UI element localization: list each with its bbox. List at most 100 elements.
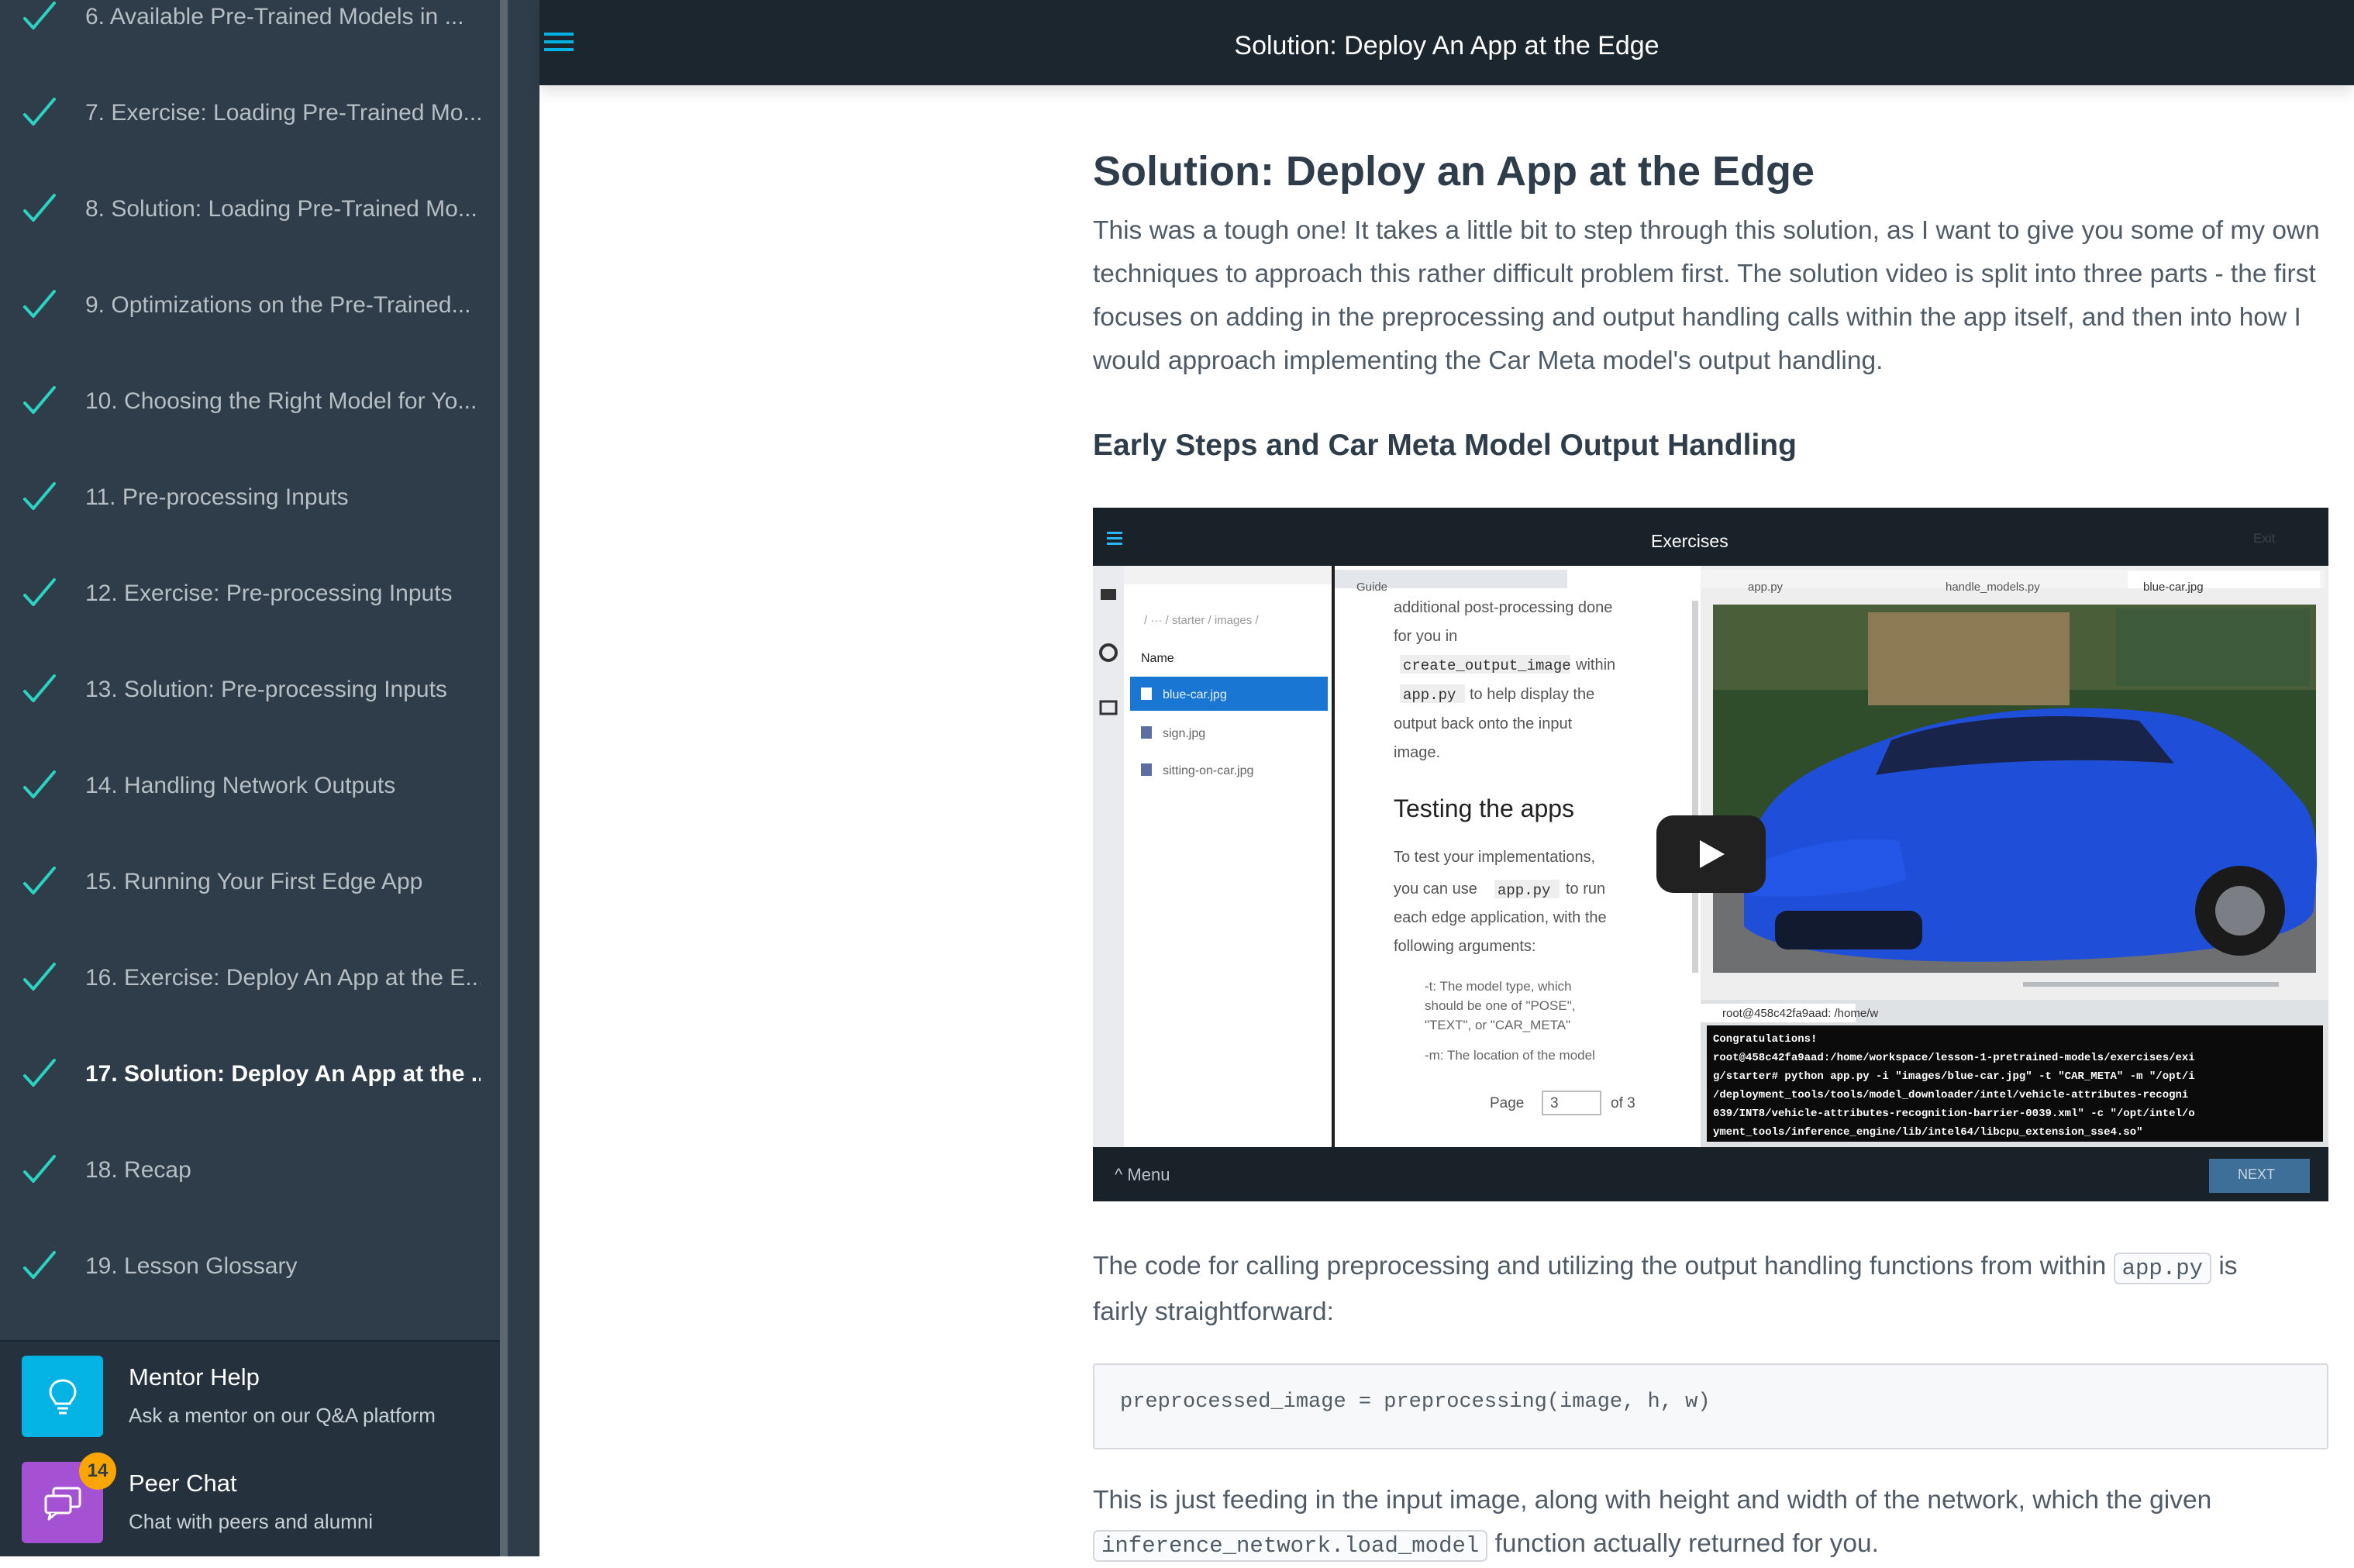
video-guide-bullet: -t: The model type, which [1425, 979, 1572, 994]
inline-code: inference_network.load_model [1093, 1530, 1488, 1562]
video-guide-text: additional post-processing done [1394, 599, 1613, 616]
video-guide-text: following arguments: [1394, 938, 1536, 955]
explanation-text: function actually returned for you. [1494, 1529, 1879, 1558]
video-guide-text: within [1576, 656, 1616, 674]
video-menu-label: ^ Menu [1115, 1165, 1170, 1184]
checkmark-icon [23, 1059, 56, 1087]
checkmark-icon [23, 386, 56, 414]
video-guide-code: app.py [1498, 882, 1551, 899]
video-name-header: Name [1141, 652, 1174, 665]
video-file-item: sign.jpg [1163, 727, 1206, 740]
explanation-paragraph: This is just feeding in the input image,… [1093, 1479, 2333, 1568]
lesson-sidebar: 6. Available Pre-Trained Models in ... 7.… [0, 0, 500, 1556]
video-guide-tab: Guide [1356, 581, 1388, 594]
explanation-paragraph: The code for calling preprocessing and u… [1093, 1245, 2333, 1334]
sidebar-lesson-label: 10. Choosing the Right Model for Yo... [85, 388, 477, 414]
video-guide-bullet: -m: The location of the model [1425, 1048, 1595, 1063]
checkmark-icon [23, 963, 56, 991]
inline-code: app.py [2113, 1253, 2212, 1284]
terminal-line: /deployment_tools/tools/model_downloader… [1713, 1089, 2189, 1101]
sidebar-lesson-item[interactable]: 19. Lesson Glossary [0, 1218, 500, 1315]
intro-paragraph: This was a tough one! It takes a little … [1093, 216, 2320, 375]
video-window-title: Exercises [1651, 531, 1728, 551]
peer-chat-subtitle: Chat with peers and alumni [129, 1510, 374, 1533]
page-title: Solution: Deploy an App at the Edge [1093, 148, 1815, 195]
video-editor-tab: app.py [1748, 581, 1784, 594]
sidebar-lesson-label: 11. Pre-processing Inputs [85, 484, 349, 510]
sidebar-lesson-item[interactable]: 16. Exercise: Deploy An App at the E... [0, 930, 500, 1026]
sidebar-lesson-label: 13. Solution: Pre-processing Inputs [85, 677, 447, 702]
explanation-text: is [2218, 1252, 2238, 1280]
sidebar-lesson-item[interactable]: 7. Exercise: Loading Pre-Trained Mo... [0, 65, 500, 161]
sidebar-lesson-label: 16. Exercise: Deploy An App at the E... [85, 965, 481, 991]
code-line: preprocessed_image = preprocessing(image… [1120, 1391, 1711, 1414]
terminal-line: yment_tools/inference_engine/lib/intel64… [1713, 1126, 2143, 1139]
sidebar-lesson-item[interactable]: 9. Optimizations on the Pre-Trained... [0, 257, 500, 353]
sidebar-lesson-item[interactable]: 10. Choosing the Right Model for Yo... [0, 353, 500, 450]
sidebar-lesson-label: 19. Lesson Glossary [85, 1253, 298, 1279]
sidebar-lesson-item[interactable]: 11. Pre-processing Inputs [0, 450, 500, 546]
video-guide-text: image. [1394, 744, 1441, 761]
video-terminal-output: Congratulations! root@458c42fa9aad:/home… [1713, 1030, 2195, 1142]
video-exit-label: Exit [2253, 531, 2276, 546]
video-terminal-tab: root@458c42fa9aad: /home/w [1722, 1007, 1879, 1020]
sidebar-lesson-item[interactable]: 12. Exercise: Pre-processing Inputs [0, 546, 500, 642]
code-block[interactable]: preprocessed_image = preprocessing(image… [1093, 1363, 2328, 1449]
video-page-value: 3 [1550, 1095, 1559, 1111]
peer-chat-title: Peer Chat [129, 1470, 237, 1497]
sidebar-lesson-item[interactable]: 18. Recap [0, 1122, 500, 1218]
sidebar-lesson-item[interactable]: 15. Running Your First Edge App [0, 834, 500, 930]
sidebar-lesson-label: 14. Handling Network Outputs [85, 773, 396, 798]
peer-chat-button[interactable]: 14 Peer Chat Chat with peers and alumni [22, 1453, 487, 1543]
sidebar-lesson-item[interactable]: 8. Solution: Loading Pre-Trained Mo... [0, 161, 500, 257]
terminal-line: Congratulations! [1713, 1033, 1818, 1046]
unread-count-badge: 14 [79, 1453, 116, 1490]
checkmark-icon [23, 867, 56, 894]
checkmark-icon [23, 482, 56, 510]
video-guide-bullet: should be one of "POSE", [1425, 998, 1576, 1013]
video-file-item: blue-car.jpg [1163, 688, 1227, 701]
section-heading: Early Steps and Car Meta Model Output Ha… [1093, 429, 1797, 462]
checkmark-icon [23, 290, 56, 318]
checkmark-icon [23, 98, 56, 126]
sidebar-lesson-item[interactable]: 17. Solution: Deploy An App at the ... [0, 1026, 500, 1122]
sidebar-lesson-item[interactable]: 13. Solution: Pre-processing Inputs [0, 642, 500, 738]
video-file-path: / ··· / starter / images / [1144, 614, 1259, 627]
sidebar-scrollbar[interactable] [500, 0, 508, 1556]
explanation-text: This is just feeding in the input image,… [1093, 1486, 2212, 1515]
play-icon[interactable] [1656, 815, 1766, 893]
mentor-help-title: Mentor Help [129, 1363, 260, 1391]
video-editor-tab: handle_models.py [1946, 581, 2040, 594]
checkmark-icon [23, 770, 56, 798]
video-editor-tab: blue-car.jpg [2143, 581, 2204, 594]
terminal-line: g/starter# python app.py -i "images/blue… [1713, 1070, 2195, 1083]
sidebar-lesson-label: 15. Running Your First Edge App [85, 869, 423, 894]
sidebar-lesson-item[interactable]: 6. Available Pre-Trained Models in ... [0, 0, 500, 65]
video-guide-text: for you in [1394, 628, 1458, 645]
checkmark-icon [23, 194, 56, 222]
video-guide-code: app.py [1403, 687, 1456, 704]
video-player[interactable]: Exercises Exit / ··· / starter / images … [1093, 508, 2328, 1201]
help-panel: Mentor Help Ask a mentor on our Q&A plat… [0, 1340, 500, 1556]
checkmark-icon [23, 1155, 56, 1183]
explanation-text: fairly straightforward: [1093, 1297, 1334, 1326]
sidebar-lesson-label: 9. Optimizations on the Pre-Trained... [85, 292, 471, 318]
video-page-label: Page [1490, 1095, 1525, 1111]
video-guide-code: create_output_image [1403, 657, 1571, 674]
checkmark-icon [23, 674, 56, 702]
video-guide-heading: Testing the apps [1394, 794, 1575, 822]
page-header-title: Solution: Deploy An App at the Edge [1234, 31, 1660, 60]
checkmark-icon [23, 1251, 56, 1279]
sidebar-lesson-label: 8. Solution: Loading Pre-Trained Mo... [85, 196, 477, 222]
sidebar-lesson-label: 6. Available Pre-Trained Models in ... [85, 4, 464, 29]
video-guide-text: you can use [1394, 880, 1477, 898]
video-guide-text: To test your implementations, [1394, 849, 1596, 866]
mentor-help-subtitle: Ask a mentor on our Q&A platform [129, 1404, 436, 1427]
video-guide-bullet: "TEXT", or "CAR_META" [1425, 1018, 1571, 1032]
sidebar-lesson-label: 17. Solution: Deploy An App at the ... [85, 1061, 481, 1087]
video-next-label: NEXT [2238, 1167, 2276, 1182]
sidebar-lesson-label: 18. Recap [85, 1157, 191, 1183]
sidebar-lesson-item[interactable]: 14. Handling Network Outputs [0, 738, 500, 834]
mentor-help-button[interactable]: Mentor Help Ask a mentor on our Q&A plat… [22, 1356, 487, 1437]
checkmark-icon [23, 2, 56, 29]
